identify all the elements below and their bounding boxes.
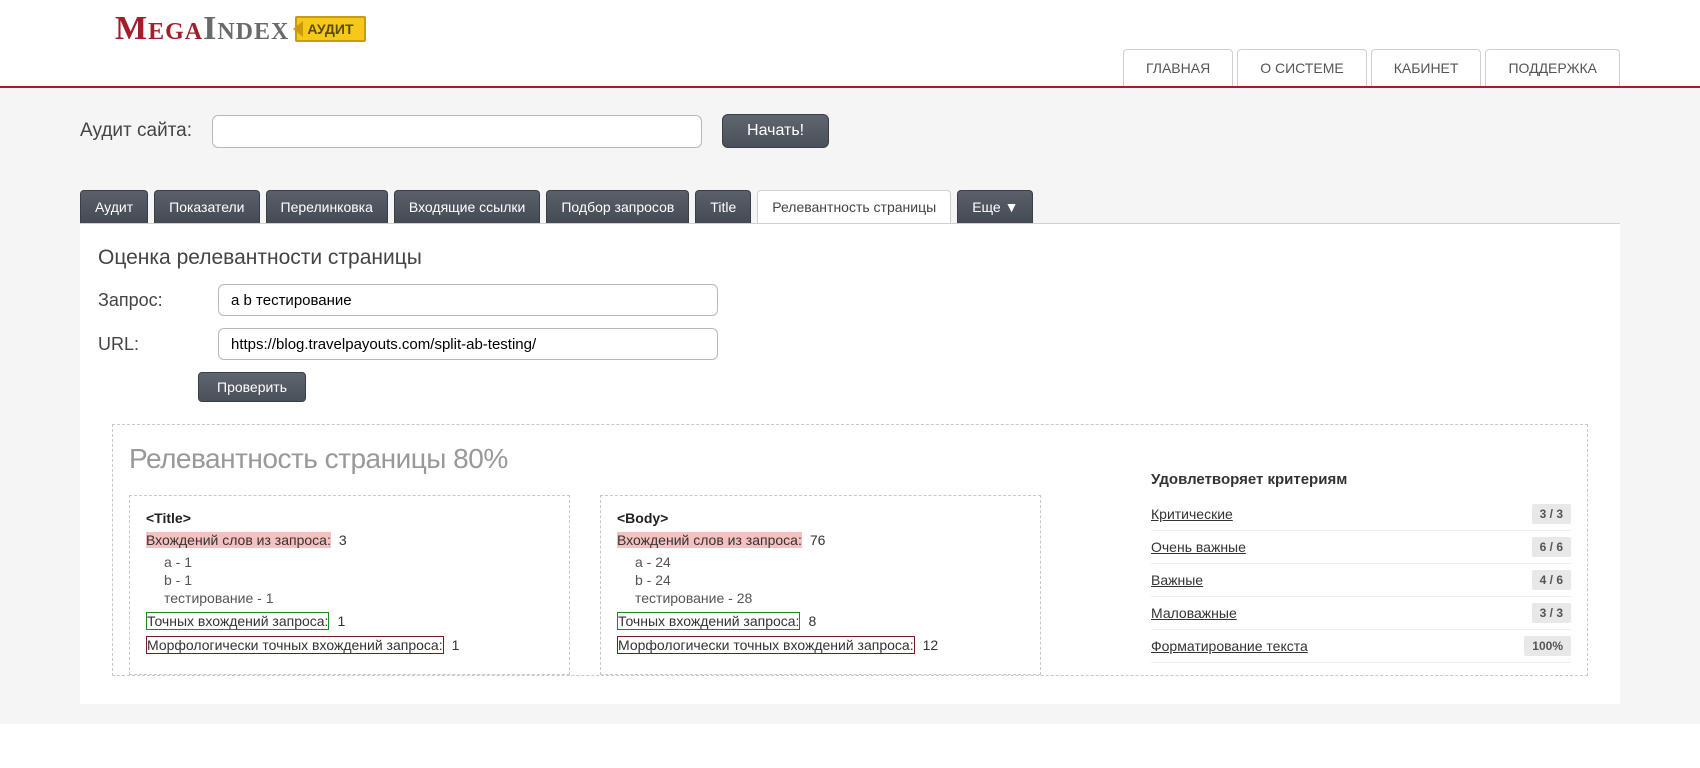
criteria-important[interactable]: Важные bbox=[1151, 572, 1203, 588]
nav-support[interactable]: ПОДДЕРЖКА bbox=[1485, 49, 1620, 86]
body-exact-label: Точных вхождений запроса: bbox=[617, 612, 800, 630]
tab-inbound[interactable]: Входящие ссылки bbox=[394, 190, 540, 223]
top-nav: ГЛАВНАЯ О СИСТЕМЕ КАБИНЕТ ПОДДЕРЖКА bbox=[1119, 49, 1620, 86]
title-words-count: 3 bbox=[339, 532, 347, 548]
title-morph-count: 1 bbox=[452, 637, 460, 653]
url-input[interactable] bbox=[218, 328, 718, 360]
logo-part1: Mega bbox=[115, 10, 203, 47]
url-label: URL: bbox=[98, 334, 218, 355]
tabs: Аудит Показатели Перелинковка Входящие с… bbox=[80, 190, 1620, 223]
criteria-critical[interactable]: Критические bbox=[1151, 506, 1233, 522]
check-button[interactable]: Проверить bbox=[198, 372, 306, 402]
card-title-head: <Title> bbox=[146, 510, 553, 526]
card-body: <Body> Вхождений слов из запроса: 76 a -… bbox=[600, 495, 1041, 675]
nav-main[interactable]: ГЛАВНАЯ bbox=[1123, 49, 1233, 86]
tab-linking[interactable]: Перелинковка bbox=[266, 190, 388, 223]
relevance-title: Релевантность страницы 80% bbox=[129, 443, 1041, 475]
query-label: Запрос: bbox=[98, 290, 218, 311]
nav-cabinet[interactable]: КАБИНЕТ bbox=[1371, 49, 1482, 86]
criteria-important-value: 4 / 6 bbox=[1532, 570, 1571, 590]
criteria-panel: Удовлетворяет критериям Критические 3 / … bbox=[1151, 443, 1571, 675]
title-words-label: Вхождений слов из запроса: bbox=[146, 532, 331, 548]
body-morph-label: Морфологически точных вхождений запроса: bbox=[617, 636, 915, 654]
audit-label: Аудит сайта: bbox=[80, 120, 192, 142]
title-morph-label: Морфологически точных вхождений запроса: bbox=[146, 636, 444, 654]
title-breakdown: a - 1 b - 1 тестирование - 1 bbox=[164, 554, 553, 606]
start-button[interactable]: Начать! bbox=[722, 114, 829, 148]
audit-input[interactable] bbox=[212, 115, 702, 148]
tab-relevance[interactable]: Релевантность страницы bbox=[757, 190, 951, 223]
logo-badge: АУДИТ bbox=[295, 16, 365, 42]
body-words-label: Вхождений слов из запроса: bbox=[617, 532, 802, 548]
body-morph-count: 12 bbox=[923, 637, 939, 653]
tab-audit[interactable]: Аудит bbox=[80, 190, 148, 223]
criteria-title: Удовлетворяет критериям bbox=[1151, 471, 1571, 488]
logo-part2: Index bbox=[203, 10, 289, 47]
panel-title: Оценка релевантности страницы bbox=[98, 246, 1602, 270]
tab-queries[interactable]: Подбор запросов bbox=[546, 190, 689, 223]
body-breakdown: a - 24 b - 24 тестирование - 28 bbox=[635, 554, 1024, 606]
title-exact-count: 1 bbox=[337, 613, 345, 629]
tab-more[interactable]: Еще ▼ bbox=[957, 190, 1033, 223]
criteria-formatting-value: 100% bbox=[1524, 636, 1571, 656]
query-input[interactable] bbox=[218, 284, 718, 316]
logo[interactable]: MegaIndex АУДИТ bbox=[115, 10, 366, 48]
nav-about[interactable]: О СИСТЕМЕ bbox=[1237, 49, 1367, 86]
tab-title[interactable]: Title bbox=[695, 190, 751, 223]
relevance-panel: Оценка релевантности страницы Запрос: UR… bbox=[80, 223, 1620, 704]
criteria-minor-value: 3 / 3 bbox=[1532, 603, 1571, 623]
criteria-very-important-value: 6 / 6 bbox=[1532, 537, 1571, 557]
criteria-very-important[interactable]: Очень важные bbox=[1151, 539, 1246, 555]
criteria-critical-value: 3 / 3 bbox=[1532, 504, 1571, 524]
tab-indicators[interactable]: Показатели bbox=[154, 190, 259, 223]
title-exact-label: Точных вхождений запроса: bbox=[146, 612, 329, 630]
criteria-minor[interactable]: Маловажные bbox=[1151, 605, 1237, 621]
card-title: <Title> Вхождений слов из запроса: 3 a -… bbox=[129, 495, 570, 675]
body-words-count: 76 bbox=[810, 532, 826, 548]
card-body-head: <Body> bbox=[617, 510, 1024, 526]
body-exact-count: 8 bbox=[808, 613, 816, 629]
criteria-formatting[interactable]: Форматирование текста bbox=[1151, 638, 1308, 654]
relevance-percent: 80% bbox=[453, 443, 508, 474]
